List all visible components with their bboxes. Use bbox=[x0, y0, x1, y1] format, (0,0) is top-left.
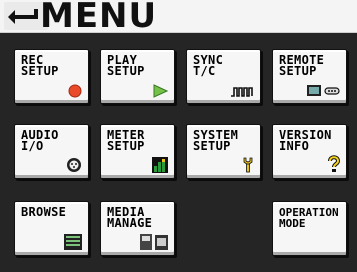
browse-button[interactable]: BROWSE bbox=[14, 201, 89, 256]
play-setup-label: PLAY SETUP bbox=[107, 53, 145, 78]
media-manage-button[interactable]: MEDIA MANAGE bbox=[100, 201, 175, 256]
sync-tc-label: SYNC T/C bbox=[193, 53, 224, 78]
file-list-icon bbox=[64, 234, 82, 250]
rec-setup-label: REC SETUP bbox=[21, 53, 59, 78]
wrench-icon bbox=[243, 157, 253, 173]
menu-screen: MENU REC SETUP PLAY SETUP SYNC T/C REMOT… bbox=[0, 0, 357, 272]
play-setup-button[interactable]: PLAY SETUP bbox=[100, 49, 175, 104]
remote-setup-button[interactable]: REMOTE SETUP bbox=[272, 49, 347, 104]
play-triangle-icon bbox=[153, 84, 168, 98]
version-info-label: VERSION INFO bbox=[279, 128, 332, 153]
record-dot-icon bbox=[68, 84, 82, 98]
level-meter-icon bbox=[152, 157, 168, 173]
meter-setup-button[interactable]: METER SETUP bbox=[100, 124, 175, 179]
system-setup-label: SYSTEM SETUP bbox=[193, 128, 239, 153]
rec-setup-button[interactable]: REC SETUP bbox=[14, 49, 89, 104]
question-mark-icon bbox=[328, 155, 340, 172]
return-arrow-icon bbox=[8, 9, 38, 24]
browse-label: BROWSE bbox=[21, 205, 67, 219]
timecode-waveform-icon bbox=[231, 87, 253, 97]
remote-setup-label: REMOTE SETUP bbox=[279, 53, 325, 78]
sync-tc-button[interactable]: SYNC T/C bbox=[186, 49, 261, 104]
media-manage-label: MEDIA MANAGE bbox=[107, 205, 153, 230]
usb-cf-media-icon bbox=[140, 234, 168, 250]
audio-io-label: AUDIO I/O bbox=[21, 128, 59, 153]
header-bar: MENU bbox=[0, 0, 357, 36]
operation-mode-button[interactable]: OPERATION MODE bbox=[272, 201, 347, 256]
meter-setup-label: METER SETUP bbox=[107, 128, 145, 153]
xlr-connector-icon bbox=[67, 158, 81, 172]
remote-device-icon bbox=[307, 85, 340, 96]
audio-io-button[interactable]: AUDIO I/O bbox=[14, 124, 89, 179]
page-title: MENU bbox=[40, 0, 158, 36]
version-info-button[interactable]: VERSION INFO bbox=[272, 124, 347, 179]
operation-mode-label: OPERATION MODE bbox=[279, 206, 339, 230]
system-setup-button[interactable]: SYSTEM SETUP bbox=[186, 124, 261, 179]
